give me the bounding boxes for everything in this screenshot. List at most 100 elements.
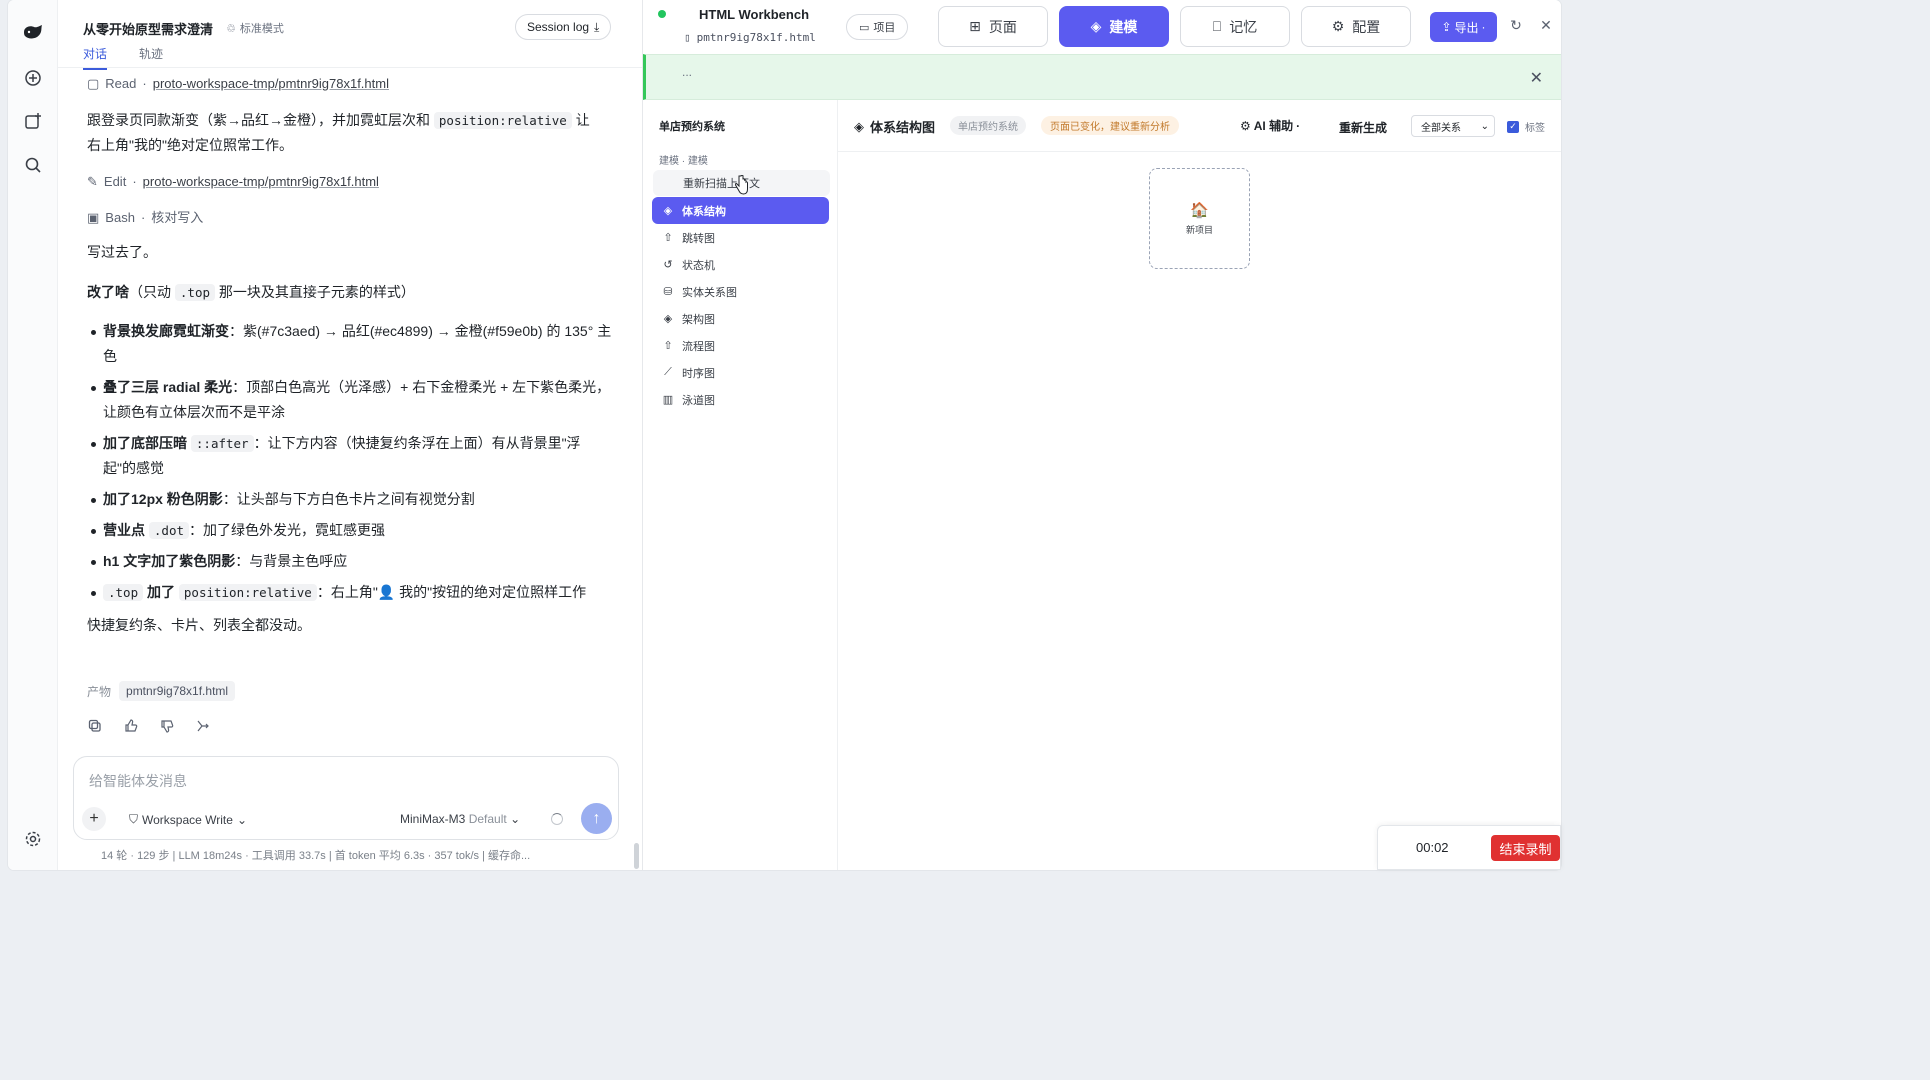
sidebar-item-architecture[interactable]: ◈ 体系结构	[652, 197, 829, 224]
tool-bash-label: Bash	[105, 209, 135, 225]
regenerate-button[interactable]: 重新生成	[1339, 119, 1387, 136]
mouse-cursor-icon	[735, 175, 748, 195]
left-rail	[8, 0, 58, 870]
settings-icon[interactable]	[20, 826, 46, 852]
node-label: 新项目	[1185, 225, 1213, 235]
canvas-toolbar: ◈ 体系结构图 单店预约系统 页面已变化，建议重新分析 ⚙ AI 辅助 · 重新…	[838, 100, 1561, 152]
attach-plus-button[interactable]: +	[82, 807, 106, 831]
sidebar-item-er[interactable]: ⛁ 实体关系图	[652, 278, 829, 305]
shield-icon: ⛉	[129, 812, 139, 826]
chat-title: 从零开始原型需求澄清	[83, 22, 214, 37]
chat-scrollbar[interactable]	[634, 843, 639, 869]
message-composer[interactable]: 给智能体发消息 + ⛉ Workspace Write ⌄ MiniMax-M3…	[73, 756, 619, 840]
inline-code: position:relative	[433, 112, 572, 129]
message-actions	[87, 718, 211, 734]
copy-icon[interactable]	[87, 718, 103, 734]
chevron-down-icon: ⌄	[1480, 120, 1489, 132]
thumbs-down-icon[interactable]	[159, 718, 175, 734]
tab-conversation[interactable]: 对话	[83, 45, 108, 70]
inline-code: .top	[174, 284, 215, 301]
refresh-icon[interactable]: ↻	[1508, 17, 1524, 33]
project-tag: 单店预约系统	[950, 116, 1026, 135]
canvas-title-text: 体系结构图	[870, 120, 936, 135]
sidebar-item-sequence[interactable]: ⟋ 时序图	[652, 359, 829, 386]
status-banner: ... ✕	[643, 54, 1561, 100]
workspace-mode-label: Workspace Write	[142, 812, 233, 827]
composer-placeholder[interactable]: 给智能体发消息	[89, 771, 187, 791]
item-text: ：右上角"👤 我的"按钮的绝对定位照样工作	[316, 584, 587, 600]
download-icon: ⤓	[594, 19, 600, 34]
relation-select[interactable]: 全部关系 ⌄	[1411, 115, 1495, 137]
recording-time: 00:02	[1416, 840, 1449, 855]
ai-assist-button[interactable]: ⚙ AI 辅助 ·	[1240, 117, 1300, 134]
workbench-file: ▯ pmtnr9ig78x1f.html	[684, 31, 816, 44]
sidebar-item-label: 体系结构	[682, 205, 726, 218]
session-stats: 14 轮 · 129 步 | LLM 18m24s · 工具调用 33.7s |…	[101, 850, 531, 862]
list-item: 背景换发廊霓虹渐变：紫(#7c3aed) → 品红(#ec4899) → 金橙(…	[91, 319, 612, 369]
tool-call-read[interactable]: ▢ Read · proto-workspace-tmp/pmtnr9ig78x…	[87, 68, 612, 98]
item-text: ：与背景主色呼应	[235, 553, 348, 569]
tool-edit-path[interactable]: proto-workspace-tmp/pmtnr9ig78x1f.html	[143, 169, 379, 194]
item-bold: 加了12px 粉色阴影	[103, 491, 223, 507]
file-icon: ▢	[87, 75, 100, 91]
nav-config-button[interactable]: ⚙ 配置	[1301, 6, 1411, 47]
sidebar-item-label: 时序图	[682, 367, 715, 380]
tab-trace[interactable]: 轨迹	[139, 45, 163, 70]
stop-recording-button[interactable]: 结束录制	[1491, 835, 1560, 861]
mode-indicator[interactable]: ♲ 标准模式	[226, 20, 284, 36]
add-project-icon[interactable]	[20, 108, 46, 134]
banner-close-icon[interactable]: ✕	[1530, 68, 1543, 88]
inline-code: .dot	[148, 522, 189, 539]
intro-text: 跟登录页同款渐变（紫→品红→金橙），并加霓虹层次和	[87, 112, 430, 128]
send-button[interactable]: ↑	[581, 803, 612, 834]
workspace-mode-select[interactable]: ⛉ Workspace Write ⌄	[129, 812, 247, 827]
artifact-chip[interactable]: pmtnr9ig78x1f.html	[119, 681, 236, 701]
model-select[interactable]: MiniMax-M3 Default ⌄	[400, 812, 520, 826]
share-icon: ⇧	[663, 232, 673, 244]
sidebar-item-arch-diagram[interactable]: ◈ 架构图	[652, 305, 829, 332]
upload-icon: ⇪	[1441, 20, 1452, 34]
checkmark-icon[interactable]: ✓	[1507, 120, 1519, 133]
ai-assist-label: AI 辅助	[1253, 119, 1294, 133]
diagram-node[interactable]: 🏠 新项目	[1149, 168, 1250, 269]
nav-modeling-button[interactable]: ◈ 建模	[1059, 6, 1169, 47]
tool-read-path[interactable]: proto-workspace-tmp/pmtnr9ig78x1f.html	[153, 71, 389, 96]
house-icon: 🏠	[1190, 202, 1209, 219]
tool-call-edit[interactable]: ✎ Edit · proto-workspace-tmp/pmtnr9ig78x…	[87, 166, 612, 196]
closing-text: 快捷复约条、卡片、列表全都没动。	[87, 617, 311, 633]
close-icon[interactable]: ✕	[1538, 17, 1554, 33]
item-bold: 叠了三层 radial 柔光	[103, 379, 233, 395]
sidebar-item-swimlane[interactable]: ▥ 泳道图	[652, 386, 829, 413]
sidebar-item-flowchart[interactable]: ⇧ 流程图	[652, 332, 829, 359]
model-name: MiniMax-M3	[400, 812, 466, 826]
nav-memory-button[interactable]: ⎕ 记忆	[1180, 6, 1290, 47]
labels-checkbox[interactable]: ✓ 标签	[1507, 119, 1545, 134]
project-button[interactable]: ▭ 项目	[846, 14, 909, 40]
sidebar-item-label: 状态机	[682, 259, 715, 272]
tool-call-bash[interactable]: ▣ Bash · 核对写入	[87, 202, 612, 232]
workbench-file-name: pmtnr9ig78x1f.html	[696, 31, 816, 44]
new-chat-icon[interactable]	[20, 65, 46, 91]
sidebar-item-label: 实体关系图	[682, 286, 737, 299]
relation-select-value: 全部关系	[1421, 122, 1461, 134]
layers-icon: ◈	[663, 313, 673, 325]
assistant-message: ▢ Read · proto-workspace-tmp/pmtnr9ig78x…	[87, 68, 612, 638]
sidebar-item-state-machine[interactable]: ↺ 状态机	[652, 251, 829, 278]
modeling-sidebar: 单店预约系统 建模 · 建模 重新扫描上下文 ◈ 体系结构 ⇧ 跳转图 ↺ 状态…	[643, 100, 838, 870]
item-bold: h1 文字加了紫色阴影	[103, 553, 236, 569]
diagram-canvas[interactable]: ◈ 体系结构图 单店预约系统 页面已变化，建议重新分析 ⚙ AI 辅助 · 重新…	[838, 100, 1561, 870]
changes-heading-bold: 改了啥	[87, 284, 129, 300]
app-window: 从零开始原型需求澄清 ♲ 标准模式 Session log ⤓ 对话 轨迹 ▢ …	[8, 0, 1561, 870]
artifact-label: 产物	[87, 684, 112, 699]
sidebar-item-navigation[interactable]: ⇧ 跳转图	[652, 224, 829, 251]
thumbs-up-icon[interactable]	[123, 718, 139, 734]
arrow-up-icon: ↑	[592, 809, 601, 827]
item-bold: 营业点	[103, 522, 145, 538]
nav-pages-button[interactable]: ⊞ 页面	[938, 6, 1048, 47]
inline-code: .top	[103, 584, 144, 601]
export-button[interactable]: ⇪ 导出 ·	[1430, 12, 1497, 42]
branch-icon[interactable]	[195, 718, 211, 734]
session-log-button[interactable]: Session log ⤓	[515, 14, 612, 40]
search-icon[interactable]	[20, 152, 46, 178]
whale-logo-icon[interactable]	[20, 20, 46, 46]
